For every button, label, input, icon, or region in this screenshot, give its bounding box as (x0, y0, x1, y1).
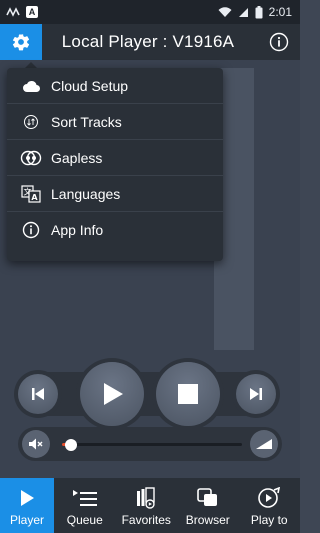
status-bar: A 2:01 (0, 0, 300, 24)
menu-item-app-info[interactable]: App Info (7, 212, 223, 247)
nav-play-to[interactable]: Play to (239, 478, 301, 533)
volume-mute-icon (29, 438, 43, 450)
info-button[interactable] (258, 24, 300, 60)
play-icon (104, 383, 123, 405)
volume-up-icon (256, 439, 272, 449)
play-to-icon (257, 486, 281, 510)
nav-label: Play to (250, 513, 288, 527)
cloud-icon (17, 80, 45, 92)
play-button[interactable] (80, 362, 144, 426)
page-title: Local Player : V1916A (61, 32, 235, 51)
signal-icon (238, 7, 248, 17)
menu-item-gapless[interactable]: Gapless (7, 140, 223, 176)
transport-controls (18, 362, 282, 426)
wave-icon (6, 7, 20, 17)
menu-item-label: Cloud Setup (51, 77, 129, 94)
menu-item-sort-tracks[interactable]: Sort Tracks (7, 104, 223, 140)
settings-button[interactable] (0, 24, 42, 60)
nav-label: Queue (66, 513, 103, 527)
clock: 2:01 (268, 5, 292, 19)
stop-button[interactable] (156, 362, 220, 426)
settings-menu: Cloud Setup Sort Tracks Gapless 文 A Lang… (7, 68, 223, 261)
volume-knob[interactable] (65, 438, 77, 451)
nav-browser[interactable]: Browser (177, 478, 239, 533)
queue-icon (71, 486, 99, 510)
app-header: Local Player : V1916A (0, 24, 300, 60)
nav-favorites[interactable]: Favorites (116, 478, 178, 533)
battery-icon (255, 5, 263, 18)
browser-icon (196, 486, 219, 510)
svg-text:A: A (31, 193, 38, 202)
stop-icon (178, 384, 198, 404)
previous-button[interactable] (18, 374, 58, 414)
mute-button[interactable] (22, 430, 50, 458)
languages-icon: 文 A (17, 184, 45, 203)
volume-control (18, 427, 282, 461)
wifi-icon (218, 6, 232, 17)
menu-item-label: Languages (51, 185, 121, 202)
gapless-icon (17, 150, 45, 166)
sort-icon (17, 114, 45, 130)
next-button[interactable] (236, 374, 276, 414)
play-icon (18, 486, 36, 510)
menu-item-languages[interactable]: 文 A Languages (7, 176, 223, 212)
volume-max-button[interactable] (250, 430, 278, 458)
info-icon (17, 221, 45, 239)
nav-label: Player (9, 513, 44, 527)
gear-icon (12, 34, 30, 51)
bottom-nav: Player Queue Favorites Browser Play to (0, 478, 300, 533)
volume-slider[interactable] (62, 438, 242, 451)
menu-item-label: Sort Tracks (51, 113, 122, 130)
skip-next-icon (250, 388, 262, 400)
menu-item-label: App Info (51, 221, 104, 238)
menu-item-label: Gapless (51, 149, 103, 166)
menu-item-cloud-setup[interactable]: Cloud Setup (7, 68, 223, 104)
nav-queue[interactable]: Queue (54, 478, 116, 533)
nav-label: Favorites (121, 513, 171, 527)
nav-label: Browser (185, 513, 230, 527)
favorites-icon (136, 486, 156, 510)
info-icon (269, 32, 289, 52)
notification-a-icon: A (26, 6, 38, 18)
nav-player[interactable]: Player (0, 478, 54, 533)
skip-previous-icon (32, 388, 44, 400)
